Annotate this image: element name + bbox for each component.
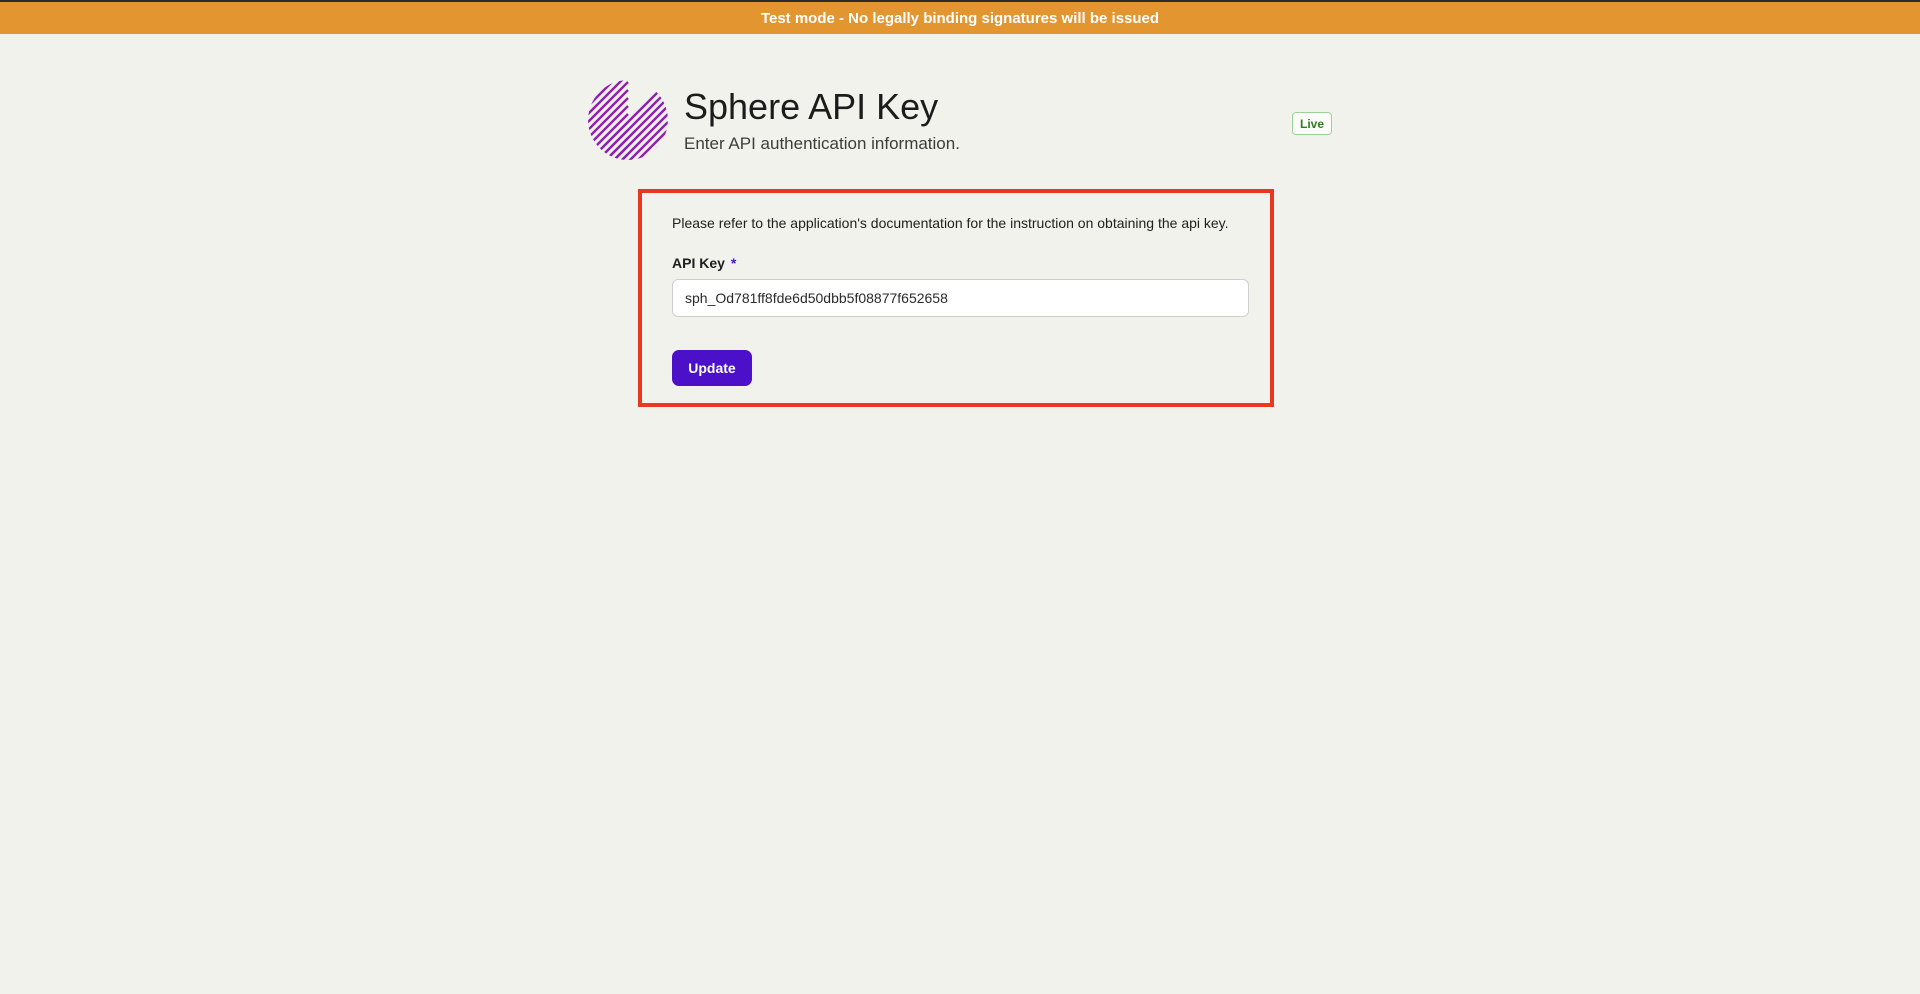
update-button[interactable]: Update [672, 350, 752, 386]
page-header: Sphere API Key Enter API authentication … [588, 80, 1333, 164]
page-title: Sphere API Key [684, 86, 939, 127]
api-key-label-text: API Key [672, 255, 725, 271]
api-key-form-card: Please refer to the application's docume… [638, 189, 1274, 407]
instruction-text: Please refer to the application's docume… [672, 215, 1229, 231]
live-status-badge: Live [1292, 112, 1332, 135]
api-key-label: API Key * [672, 255, 736, 271]
page-subtitle: Enter API authentication information. [684, 134, 960, 153]
sphere-logo-icon [588, 80, 668, 160]
api-key-input[interactable] [672, 279, 1249, 317]
test-mode-banner: Test mode - No legally binding signature… [0, 0, 1920, 34]
test-mode-banner-text: Test mode - No legally binding signature… [760, 9, 1160, 27]
required-marker: * [730, 255, 737, 271]
